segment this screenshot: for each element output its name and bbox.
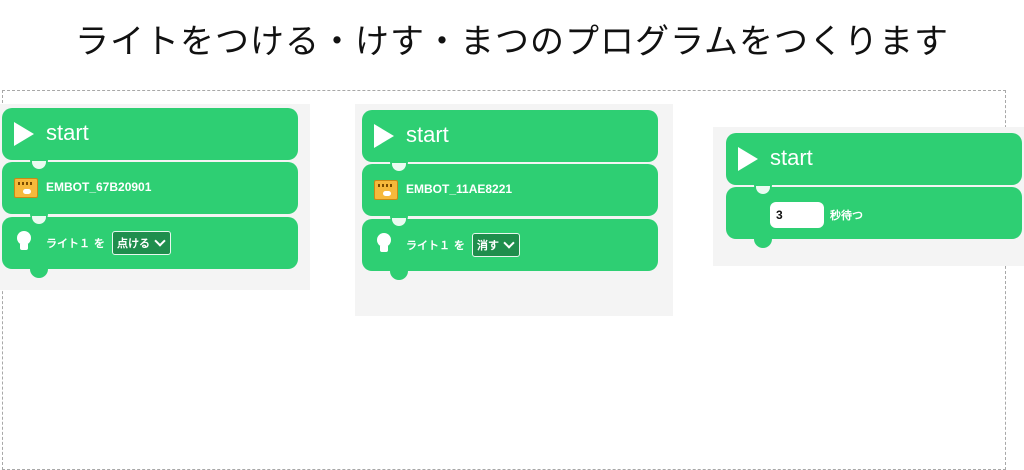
light-block[interactable]: ライト１ を 消す: [362, 218, 658, 280]
start-label: start: [406, 122, 449, 147]
start-label: start: [770, 145, 813, 170]
play-icon: [738, 147, 758, 171]
light-action-value: 点ける: [117, 237, 150, 250]
chevron-down-icon: [503, 237, 515, 249]
program-workspace-1[interactable]: start EMBOT_67B20901 ライト１ を 点ける: [0, 104, 310, 290]
light-label: ライト１ を: [46, 237, 105, 250]
wait-seconds-input[interactable]: [770, 202, 824, 228]
page-title: ライトをつける・けす・まつのプログラムをつくります: [75, 22, 949, 62]
play-icon: [374, 124, 394, 148]
light-label: ライト１ を: [406, 239, 465, 252]
light-action-dropdown[interactable]: 点ける: [112, 231, 171, 255]
light-action-value: 消す: [477, 239, 499, 252]
wait-label: 秒待つ: [830, 209, 863, 222]
chevron-down-icon: [154, 235, 166, 247]
light-block[interactable]: ライト１ を 点ける: [2, 216, 298, 278]
start-label: start: [46, 120, 89, 145]
light-bulb-icon: [16, 231, 32, 253]
start-block[interactable]: start: [2, 108, 298, 169]
device-label: EMBOT_67B20901: [46, 180, 152, 194]
robot-icon: [374, 180, 398, 200]
start-block[interactable]: start: [362, 110, 658, 171]
start-block[interactable]: start: [726, 133, 1022, 194]
device-block[interactable]: EMBOT_67B20901: [2, 161, 298, 223]
wait-block[interactable]: 秒待つ: [726, 186, 1022, 248]
robot-icon: [14, 178, 38, 198]
device-label: EMBOT_11AE8221: [406, 182, 513, 196]
program-workspace-2[interactable]: start EMBOT_11AE8221 ライト１ を 消す: [355, 104, 673, 316]
play-icon: [14, 122, 34, 146]
light-action-dropdown[interactable]: 消す: [472, 233, 520, 257]
program-workspace-3[interactable]: start 秒待つ: [713, 127, 1024, 266]
light-bulb-icon: [376, 233, 392, 255]
device-block[interactable]: EMBOT_11AE8221: [362, 163, 658, 225]
